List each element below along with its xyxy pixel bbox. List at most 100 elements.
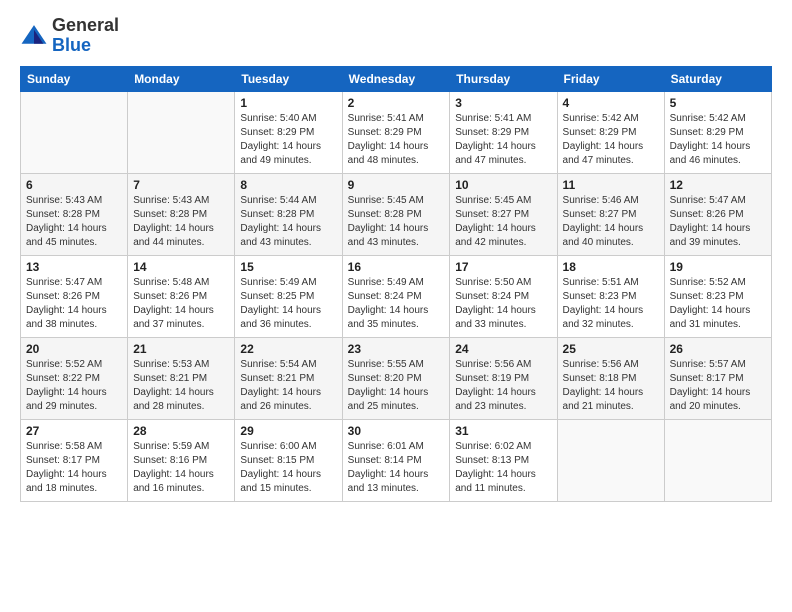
calendar-cell: 17 Sunrise: 5:50 AM Sunset: 8:24 PM Dayli… xyxy=(450,255,557,337)
calendar-cell xyxy=(557,419,664,501)
day-info: Sunrise: 5:53 AM Sunset: 8:21 PM Dayligh… xyxy=(133,358,229,414)
calendar-cell: 19Sunrise: 5:52 AM Sunset: 8:23 PM Dayli… xyxy=(664,255,771,337)
day-number: 26 xyxy=(670,342,766,356)
calendar-cell: 7 Sunrise: 5:43 AM Sunset: 8:28 PM Daylig… xyxy=(128,173,235,255)
weekday-header-row: SundayMondayTuesdayWednesdayThursdayFrid… xyxy=(21,66,772,91)
calendar-cell: 27Sunrise: 5:58 AM Sunset: 8:17 PM Dayli… xyxy=(21,419,128,501)
calendar-cell: 2 Sunrise: 5:41 AM Sunset: 8:29 PM Daylig… xyxy=(342,91,450,173)
day-info: Sunrise: 5:44 AM Sunset: 8:28 PM Dayligh… xyxy=(240,194,336,250)
calendar-cell: 9Sunrise: 5:45 AM Sunset: 8:28 PM Daylig… xyxy=(342,173,450,255)
calendar-cell: 26 Sunrise: 5:57 AM Sunset: 8:17 PM Dayli… xyxy=(664,337,771,419)
calendar-cell: 20 Sunrise: 5:52 AM Sunset: 8:22 PM Dayli… xyxy=(21,337,128,419)
day-number: 13 xyxy=(26,260,122,274)
logo-text: General Blue xyxy=(52,16,119,56)
week-row-4: 20 Sunrise: 5:52 AM Sunset: 8:22 PM Dayli… xyxy=(21,337,772,419)
day-number: 4 xyxy=(563,96,659,110)
day-info: Sunrise: 5:54 AM Sunset: 8:21 PM Dayligh… xyxy=(240,358,336,414)
day-number: 17 xyxy=(455,260,551,274)
day-info: Sunrise: 5:49 AM Sunset: 8:25 PM Dayligh… xyxy=(240,276,336,332)
weekday-monday: Monday xyxy=(128,66,235,91)
calendar-cell: 23Sunrise: 5:55 AM Sunset: 8:20 PM Dayli… xyxy=(342,337,450,419)
calendar-cell: 24 Sunrise: 5:56 AM Sunset: 8:19 PM Dayli… xyxy=(450,337,557,419)
calendar-cell: 8 Sunrise: 5:44 AM Sunset: 8:28 PM Daylig… xyxy=(235,173,342,255)
day-info: Sunrise: 5:42 AM Sunset: 8:29 PM Dayligh… xyxy=(563,112,659,168)
calendar-cell: 28 Sunrise: 5:59 AM Sunset: 8:16 PM Dayli… xyxy=(128,419,235,501)
day-number: 12 xyxy=(670,178,766,192)
day-number: 20 xyxy=(26,342,122,356)
day-info: Sunrise: 5:58 AM Sunset: 8:17 PM Dayligh… xyxy=(26,440,122,496)
weekday-tuesday: Tuesday xyxy=(235,66,342,91)
day-number: 24 xyxy=(455,342,551,356)
calendar-cell: 5 Sunrise: 5:42 AM Sunset: 8:29 PM Daylig… xyxy=(664,91,771,173)
day-number: 21 xyxy=(133,342,229,356)
weekday-thursday: Thursday xyxy=(450,66,557,91)
calendar-cell: 13 Sunrise: 5:47 AM Sunset: 8:26 PM Dayli… xyxy=(21,255,128,337)
day-info: Sunrise: 5:47 AM Sunset: 8:26 PM Dayligh… xyxy=(670,194,766,250)
day-number: 28 xyxy=(133,424,229,438)
day-info: Sunrise: 5:42 AM Sunset: 8:29 PM Dayligh… xyxy=(670,112,766,168)
calendar-cell: 16Sunrise: 5:49 AM Sunset: 8:24 PM Dayli… xyxy=(342,255,450,337)
logo-blue: Blue xyxy=(52,35,91,55)
calendar-cell: 4 Sunrise: 5:42 AM Sunset: 8:29 PM Daylig… xyxy=(557,91,664,173)
calendar-cell: 15 Sunrise: 5:49 AM Sunset: 8:25 PM Dayli… xyxy=(235,255,342,337)
calendar-cell: 25 Sunrise: 5:56 AM Sunset: 8:18 PM Dayli… xyxy=(557,337,664,419)
day-info: Sunrise: 5:56 AM Sunset: 8:18 PM Dayligh… xyxy=(563,358,659,414)
weekday-friday: Friday xyxy=(557,66,664,91)
calendar-cell: 14 Sunrise: 5:48 AM Sunset: 8:26 PM Dayli… xyxy=(128,255,235,337)
week-row-2: 6 Sunrise: 5:43 AM Sunset: 8:28 PM Daylig… xyxy=(21,173,772,255)
day-info: Sunrise: 5:40 AM Sunset: 8:29 PM Dayligh… xyxy=(240,112,336,168)
header: General Blue xyxy=(20,16,772,56)
day-info: Sunrise: 5:47 AM Sunset: 8:26 PM Dayligh… xyxy=(26,276,122,332)
day-info: Sunrise: 5:41 AM Sunset: 8:29 PM Dayligh… xyxy=(348,112,445,168)
calendar-cell: 1 Sunrise: 5:40 AM Sunset: 8:29 PM Daylig… xyxy=(235,91,342,173)
day-number: 22 xyxy=(240,342,336,356)
calendar-cell: 6Sunrise: 5:43 AM Sunset: 8:28 PM Daylig… xyxy=(21,173,128,255)
day-number: 11 xyxy=(563,178,659,192)
calendar-cell: 29Sunrise: 6:00 AM Sunset: 8:15 PM Dayli… xyxy=(235,419,342,501)
day-number: 31 xyxy=(455,424,551,438)
day-info: Sunrise: 5:50 AM Sunset: 8:24 PM Dayligh… xyxy=(455,276,551,332)
day-info: Sunrise: 5:48 AM Sunset: 8:26 PM Dayligh… xyxy=(133,276,229,332)
page: General Blue SundayMondayTuesdayWednesda… xyxy=(0,0,792,612)
day-info: Sunrise: 5:46 AM Sunset: 8:27 PM Dayligh… xyxy=(563,194,659,250)
day-number: 14 xyxy=(133,260,229,274)
day-info: Sunrise: 5:52 AM Sunset: 8:22 PM Dayligh… xyxy=(26,358,122,414)
day-number: 1 xyxy=(240,96,336,110)
day-info: Sunrise: 5:52 AM Sunset: 8:23 PM Dayligh… xyxy=(670,276,766,332)
day-number: 30 xyxy=(348,424,445,438)
calendar-cell: 10Sunrise: 5:45 AM Sunset: 8:27 PM Dayli… xyxy=(450,173,557,255)
calendar-cell: 22 Sunrise: 5:54 AM Sunset: 8:21 PM Dayli… xyxy=(235,337,342,419)
calendar: SundayMondayTuesdayWednesdayThursdayFrid… xyxy=(20,66,772,502)
day-number: 23 xyxy=(348,342,445,356)
logo-icon xyxy=(20,22,48,50)
weekday-saturday: Saturday xyxy=(664,66,771,91)
day-info: Sunrise: 5:57 AM Sunset: 8:17 PM Dayligh… xyxy=(670,358,766,414)
day-number: 8 xyxy=(240,178,336,192)
calendar-cell: 31 Sunrise: 6:02 AM Sunset: 8:13 PM Dayli… xyxy=(450,419,557,501)
weekday-wednesday: Wednesday xyxy=(342,66,450,91)
day-number: 18 xyxy=(563,260,659,274)
calendar-cell: 18 Sunrise: 5:51 AM Sunset: 8:23 PM Dayli… xyxy=(557,255,664,337)
day-info: Sunrise: 5:43 AM Sunset: 8:28 PM Dayligh… xyxy=(133,194,229,250)
day-number: 25 xyxy=(563,342,659,356)
day-number: 15 xyxy=(240,260,336,274)
day-info: Sunrise: 5:59 AM Sunset: 8:16 PM Dayligh… xyxy=(133,440,229,496)
day-number: 9 xyxy=(348,178,445,192)
weekday-sunday: Sunday xyxy=(21,66,128,91)
logo: General Blue xyxy=(20,16,119,56)
day-number: 5 xyxy=(670,96,766,110)
week-row-3: 13 Sunrise: 5:47 AM Sunset: 8:26 PM Dayli… xyxy=(21,255,772,337)
calendar-cell xyxy=(21,91,128,173)
calendar-cell xyxy=(664,419,771,501)
day-info: Sunrise: 5:51 AM Sunset: 8:23 PM Dayligh… xyxy=(563,276,659,332)
day-info: Sunrise: 6:02 AM Sunset: 8:13 PM Dayligh… xyxy=(455,440,551,496)
day-info: Sunrise: 5:41 AM Sunset: 8:29 PM Dayligh… xyxy=(455,112,551,168)
day-info: Sunrise: 5:56 AM Sunset: 8:19 PM Dayligh… xyxy=(455,358,551,414)
day-number: 2 xyxy=(348,96,445,110)
calendar-cell: 21 Sunrise: 5:53 AM Sunset: 8:21 PM Dayli… xyxy=(128,337,235,419)
calendar-cell xyxy=(128,91,235,173)
day-number: 7 xyxy=(133,178,229,192)
calendar-cell: 3Sunrise: 5:41 AM Sunset: 8:29 PM Daylig… xyxy=(450,91,557,173)
day-number: 6 xyxy=(26,178,122,192)
day-info: Sunrise: 6:01 AM Sunset: 8:14 PM Dayligh… xyxy=(348,440,445,496)
